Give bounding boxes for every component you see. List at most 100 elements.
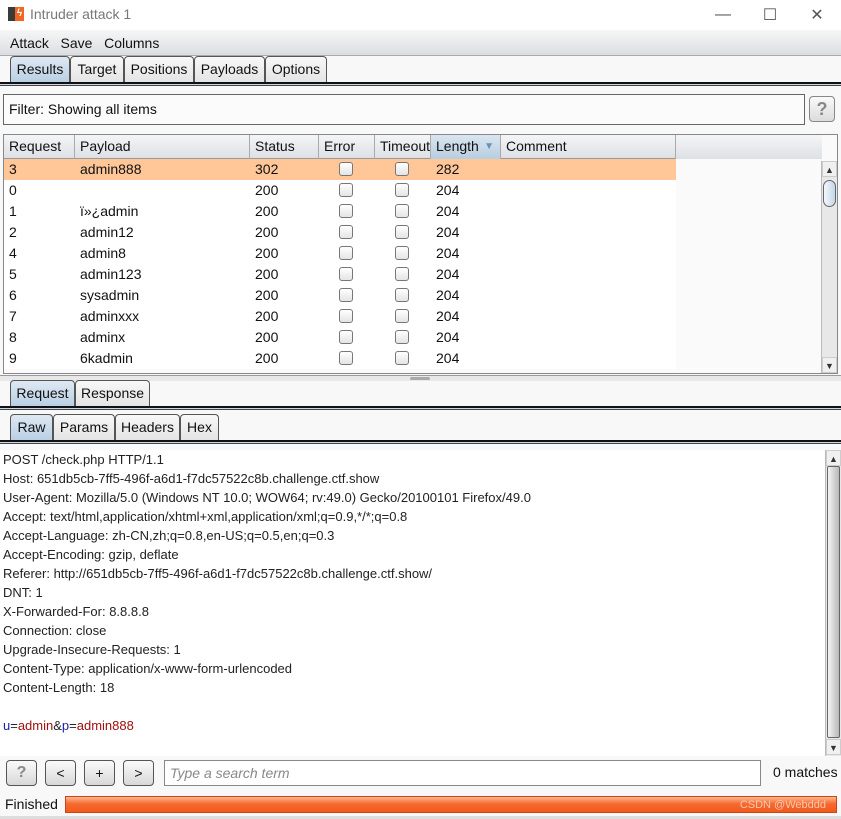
timeout-checkbox[interactable]: [395, 288, 409, 302]
timeout-checkbox[interactable]: [395, 351, 409, 365]
timeout-checkbox[interactable]: [395, 183, 409, 197]
error-checkbox[interactable]: [339, 330, 353, 344]
minimize-button[interactable]: —: [700, 0, 746, 30]
timeout-checkbox[interactable]: [395, 330, 409, 344]
param-separator: &: [53, 718, 62, 733]
table-row[interactable]: 8 adminx 200 204: [4, 327, 676, 348]
table-row[interactable]: 4 admin8 200 204: [4, 243, 676, 264]
error-checkbox[interactable]: [339, 351, 353, 365]
column-header-error[interactable]: Error: [319, 135, 375, 159]
cell-length: 204: [436, 203, 460, 219]
cell-length: 204: [436, 266, 460, 282]
column-header-payload[interactable]: Payload: [75, 135, 250, 159]
cell-request: 7: [9, 308, 17, 324]
tab-payloads[interactable]: Payloads: [194, 56, 265, 82]
timeout-checkbox[interactable]: [395, 246, 409, 260]
title-bar: ϟ Intruder attack 1 — ☐ ✕: [0, 0, 841, 30]
scroll-thumb[interactable]: [827, 466, 840, 738]
error-checkbox[interactable]: [339, 162, 353, 176]
cell-payload: admin123: [80, 266, 142, 282]
tab-positions[interactable]: Positions: [124, 56, 194, 82]
menu-attack[interactable]: Attack: [8, 30, 51, 56]
request-line: POST /check.php HTTP/1.1: [3, 452, 164, 467]
param-value: admin: [17, 718, 54, 733]
error-checkbox[interactable]: [339, 288, 353, 302]
error-checkbox[interactable]: [339, 267, 353, 281]
request-line: User-Agent: Mozilla/5.0 (Windows NT 10.0…: [3, 490, 531, 505]
tab-params[interactable]: Params: [53, 414, 115, 440]
table-row[interactable]: 0 200 204: [4, 180, 676, 201]
column-header-status[interactable]: Status: [250, 135, 319, 159]
close-icon: ✕: [810, 7, 824, 24]
cell-request: 6: [9, 287, 17, 303]
table-row[interactable]: 9 6kadmin 200 204: [4, 348, 676, 369]
table-row[interactable]: 2 admin12 200 204: [4, 222, 676, 243]
cell-request: 4: [9, 245, 17, 261]
column-header-request[interactable]: Request: [4, 135, 75, 159]
progress-bar: CSDN @Webddd: [65, 796, 837, 813]
burp-suite-icon: ϟ: [8, 7, 24, 21]
tab-results[interactable]: Results: [10, 56, 70, 84]
splitter-grip-icon[interactable]: [410, 377, 430, 380]
tab-headers[interactable]: Headers: [115, 414, 180, 440]
error-checkbox[interactable]: [339, 246, 353, 260]
cell-payload: sysadmin: [80, 287, 140, 303]
scroll-down-arrow-icon[interactable]: ▼: [826, 739, 841, 755]
param-value: admin888: [76, 718, 134, 733]
cell-length: 282: [436, 161, 460, 177]
timeout-checkbox[interactable]: [395, 309, 409, 323]
tab-target[interactable]: Target: [70, 56, 124, 82]
table-row[interactable]: 7 adminxxx 200 204: [4, 306, 676, 327]
error-checkbox[interactable]: [339, 225, 353, 239]
column-header-comment[interactable]: Comment: [501, 135, 676, 159]
menu-columns[interactable]: Columns: [102, 30, 161, 56]
table-row[interactable]: 3 admin888 302 282: [4, 159, 676, 180]
tab-response[interactable]: Response: [75, 380, 150, 406]
timeout-checkbox[interactable]: [395, 162, 409, 176]
search-input[interactable]: [164, 760, 761, 786]
tab-hex[interactable]: Hex: [180, 414, 219, 440]
cell-status: 200: [255, 182, 279, 198]
add-button[interactable]: +: [84, 760, 115, 786]
maximize-button[interactable]: ☐: [747, 0, 793, 30]
match-count: 0 matches: [773, 764, 838, 780]
raw-request-editor[interactable]: u=admin&p=admin888 POST /check.php HTTP/…: [0, 450, 825, 756]
tab-request[interactable]: Request: [10, 380, 75, 408]
previous-match-button[interactable]: <: [45, 760, 76, 786]
request-line: Accept-Language: zh-CN,zh;q=0.8,en-US;q=…: [3, 528, 335, 543]
scroll-up-arrow-icon[interactable]: ▲: [826, 450, 841, 466]
tab-divider: [0, 440, 841, 444]
request-scrollbar[interactable]: ▲ ▼: [825, 450, 841, 756]
table-row[interactable]: 1 ï»¿admin 200 204: [4, 201, 676, 222]
menu-bar: Attack Save Columns: [0, 30, 841, 56]
scroll-up-arrow-icon[interactable]: ▲: [822, 161, 837, 177]
timeout-checkbox[interactable]: [395, 225, 409, 239]
timeout-checkbox[interactable]: [395, 267, 409, 281]
cell-payload: admin8: [80, 245, 126, 261]
table-scrollbar[interactable]: ▲ ▼: [821, 161, 837, 373]
cell-status: 200: [255, 203, 279, 219]
column-header-timeout[interactable]: Timeout: [375, 135, 431, 159]
request-line: Accept: text/html,application/xhtml+xml,…: [3, 509, 408, 524]
error-checkbox[interactable]: [339, 183, 353, 197]
next-match-button[interactable]: >: [123, 760, 154, 786]
cell-status: 200: [255, 308, 279, 324]
filter-bar[interactable]: Filter: Showing all items: [3, 94, 805, 125]
table-row[interactable]: 5 admin123 200 204: [4, 264, 676, 285]
maximize-icon: ☐: [762, 7, 778, 24]
error-checkbox[interactable]: [339, 204, 353, 218]
timeout-checkbox[interactable]: [395, 204, 409, 218]
tab-options[interactable]: Options: [265, 56, 327, 82]
scroll-down-arrow-icon[interactable]: ▼: [822, 357, 837, 373]
menu-save[interactable]: Save: [59, 30, 95, 56]
tab-raw[interactable]: Raw: [10, 414, 53, 442]
scroll-thumb[interactable]: [823, 180, 836, 207]
filter-help-button[interactable]: ?: [809, 96, 835, 122]
error-checkbox[interactable]: [339, 309, 353, 323]
cell-comment: [501, 327, 676, 348]
cell-comment: [501, 201, 676, 222]
close-button[interactable]: ✕: [794, 0, 840, 30]
column-header-length[interactable]: Length ▼: [431, 135, 501, 159]
table-row[interactable]: 6 sysadmin 200 204: [4, 285, 676, 306]
search-help-button[interactable]: ?: [6, 760, 37, 786]
